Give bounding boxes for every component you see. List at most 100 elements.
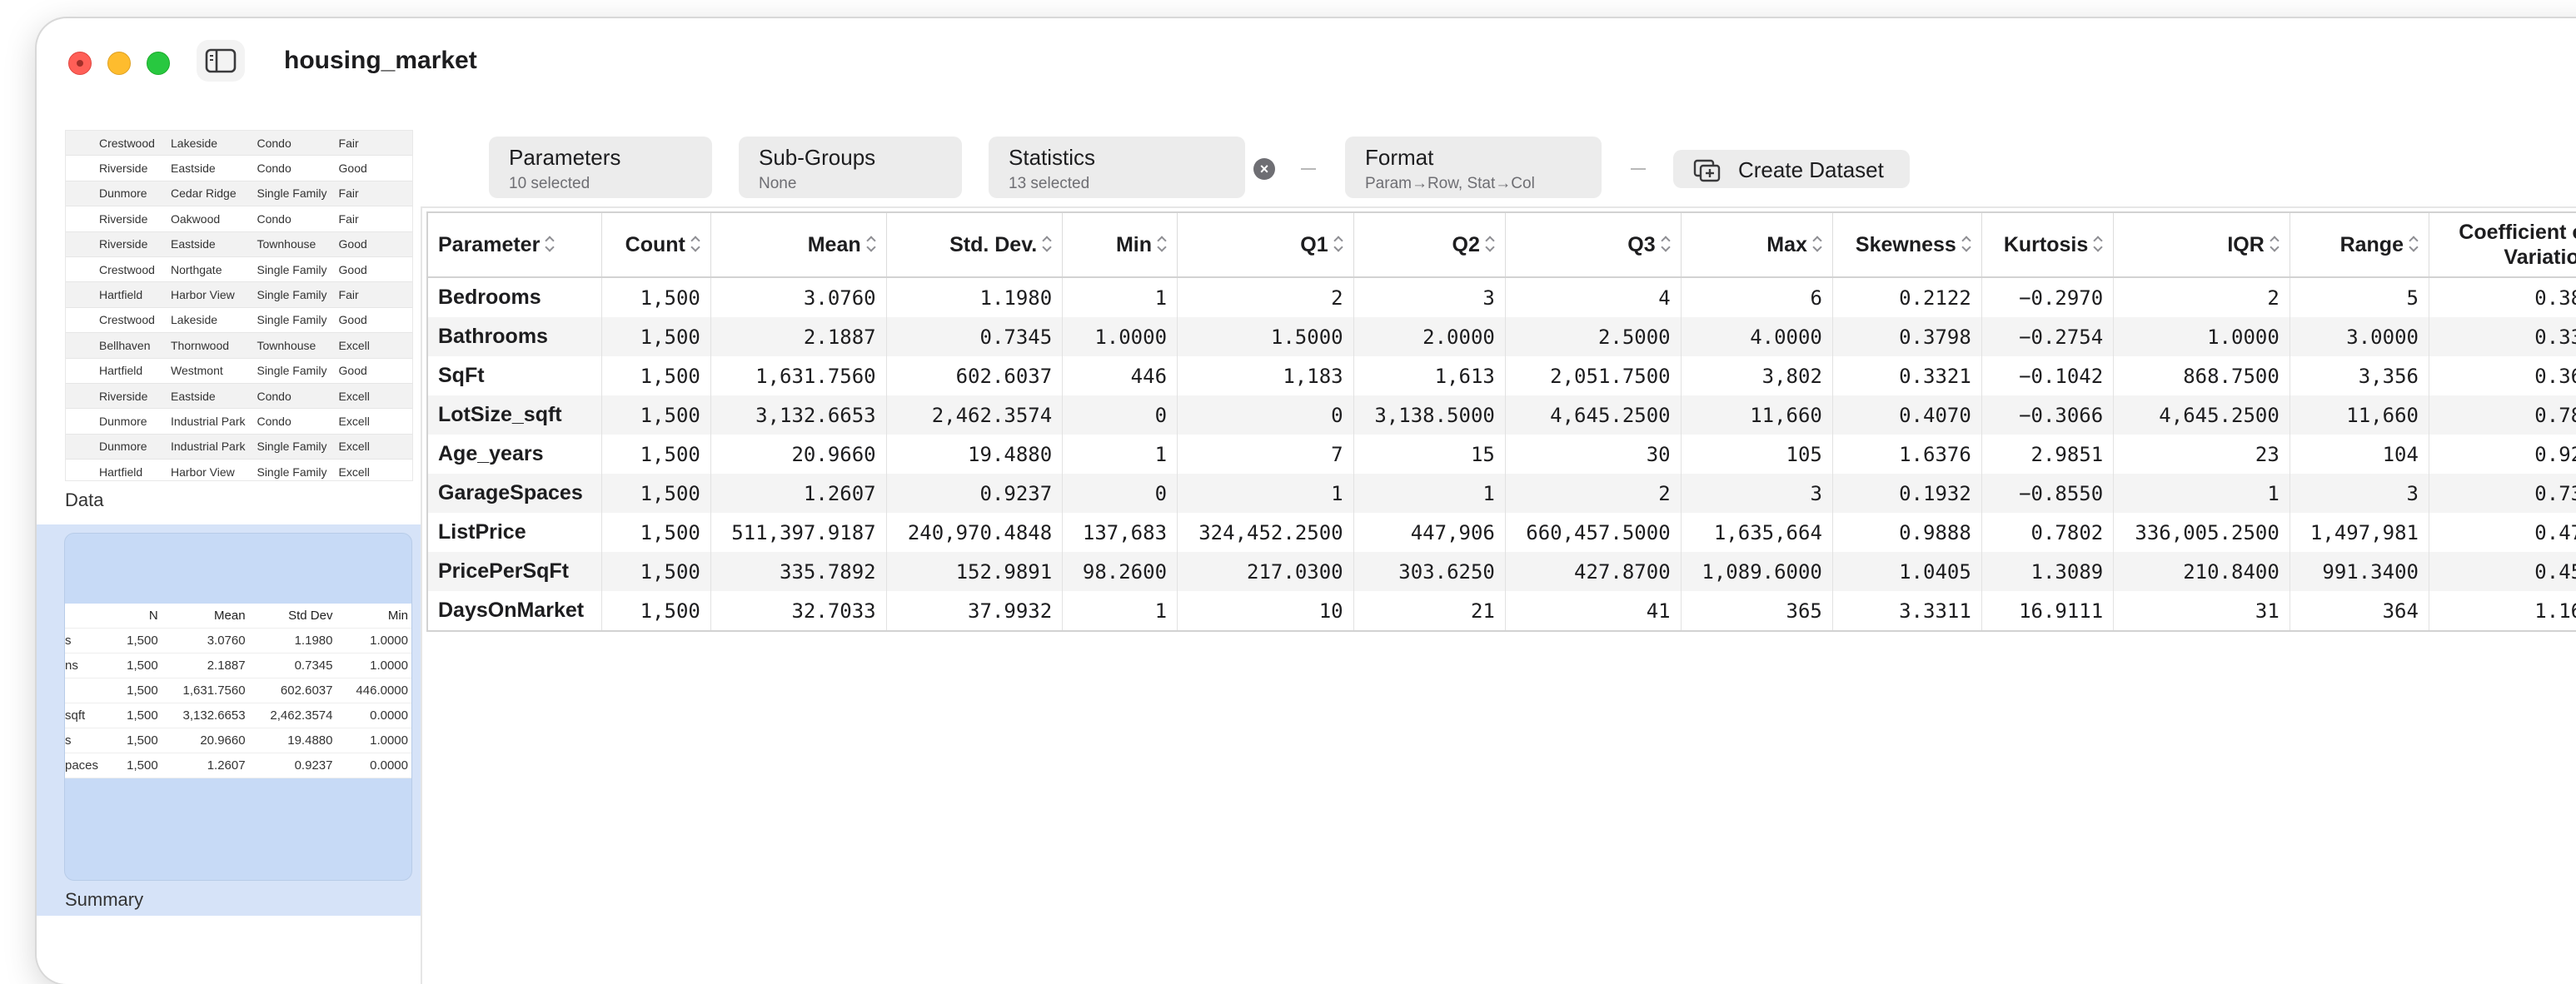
stat-value-cell: 427.8700 — [1505, 552, 1682, 591]
column-header-q3[interactable]: Q3 — [1505, 212, 1682, 278]
column-header-coefficient-of-variation[interactable]: Coefficient of Variation — [2429, 212, 2576, 278]
sort-icon[interactable] — [1333, 236, 1343, 254]
column-header-min[interactable]: Min — [1062, 212, 1178, 278]
summary-view-label[interactable]: Summary — [65, 889, 143, 911]
summary-thumbnail[interactable]: N Mean Std Dev Min s 1,500 3.0760 1.1980 1.0000 n… — [64, 533, 412, 881]
sort-icon[interactable] — [2409, 236, 2419, 254]
column-header-skewness[interactable]: Skewness — [1832, 212, 1982, 278]
stat-value-cell: 1 — [1177, 474, 1354, 513]
summary-view-item[interactable]: N Mean Std Dev Min s 1,500 3.0760 1.1980 1.0000 n… — [37, 524, 421, 916]
stat-value-cell: 2.9851 — [1981, 435, 2115, 474]
stat-value-cell: 210.8400 — [2113, 552, 2290, 591]
data-preview-cell: Good — [330, 231, 412, 257]
stat-value-cell: 3.3311 — [1832, 591, 1982, 631]
summary-preview-row: s 1,500 20.9660 19.4880 1.0000 — [65, 728, 411, 753]
table-row[interactable]: PricePerSqFt 1,500 335.7892 152.9891 98.2600… — [427, 552, 2576, 591]
sort-icon[interactable] — [1485, 236, 1495, 254]
data-preview-row: Crestwood Lakeside Condo Fair — [66, 131, 412, 157]
column-header-max[interactable]: Max — [1681, 212, 1833, 278]
summary-preview-cell: 0.7345 — [252, 653, 340, 678]
toolbar: Parameters 10 selected Sub-Groups None S… — [421, 110, 2576, 208]
stat-value-cell: 324,452.2500 — [1177, 513, 1354, 552]
minimize-window-button[interactable] — [107, 52, 131, 75]
data-preview-cell: Industrial Park — [162, 434, 249, 460]
table-row[interactable]: ListPrice 1,500 511,397.9187 240,970.4848 13… — [427, 513, 2576, 552]
table-row[interactable]: Bathrooms 1,500 2.1887 0.7345 1.0000 1.5000 2.… — [427, 317, 2576, 356]
clear-statistics-icon[interactable]: × — [1253, 158, 1275, 180]
table-row[interactable]: Bedrooms 1,500 3.0760 1.1980 1 2 3 4 6 0.2122 −0.2… — [427, 277, 2576, 317]
data-preview-cell: Condo — [248, 206, 331, 232]
sidebar-toggle-button[interactable] — [197, 40, 245, 82]
summary-preview-cell: ns — [65, 653, 113, 678]
sort-icon[interactable] — [1042, 236, 1052, 254]
data-preview-row: Dunmore Industrial Park Condo Excell — [66, 408, 412, 435]
sort-icon[interactable] — [545, 236, 555, 254]
stat-value-cell: 7 — [1177, 435, 1354, 474]
stat-value-cell: 3.0000 — [2290, 317, 2429, 356]
close-window-button[interactable] — [68, 52, 92, 75]
data-preview-cell: Eastside — [162, 155, 249, 181]
data-view-label[interactable]: Data — [65, 490, 103, 511]
create-dataset-button[interactable]: Create Dataset — [1673, 150, 1910, 188]
column-header-iqr[interactable]: IQR — [2113, 212, 2290, 278]
stat-value-cell: 0.9237 — [886, 474, 1064, 513]
data-preview-cell: Crestwood — [66, 131, 162, 157]
column-header-q1[interactable]: Q1 — [1177, 212, 1354, 278]
sidebar-icon — [205, 48, 237, 73]
stat-value-cell: 0.9295 — [2429, 435, 2576, 474]
statistics-selector[interactable]: Statistics 13 selected — [989, 137, 1245, 198]
sort-icon[interactable] — [866, 236, 876, 254]
stat-value-cell: 3 — [1353, 277, 1506, 317]
sort-icon[interactable] — [1157, 236, 1167, 254]
data-preview-cell: Lakeside — [162, 307, 249, 334]
column-header-label: Q1 — [1300, 233, 1328, 257]
stat-value-cell: 1 — [1062, 591, 1178, 631]
table-row[interactable]: LotSize_sqft 1,500 3,132.6653 2,462.3574 0 0 3… — [427, 395, 2576, 435]
stat-value-cell: 446 — [1062, 356, 1178, 395]
data-preview-table: Crestwood Lakeside Condo Fair Riverside Easts… — [66, 131, 412, 480]
data-preview-cell: Crestwood — [66, 307, 162, 334]
stat-value-cell: 16.9111 — [1981, 591, 2115, 631]
summary-preview-row: ns 1,500 2.1887 0.7345 1.0000 — [65, 653, 411, 678]
stat-value-cell: 152.9891 — [886, 552, 1064, 591]
sort-icon[interactable] — [2270, 236, 2280, 254]
data-preview-cell: Harbor View — [162, 459, 249, 480]
column-header-mean[interactable]: Mean — [710, 212, 887, 278]
column-header-parameter[interactable]: Parameter — [427, 212, 603, 278]
summary-preview-table: N Mean Std Dev Min s 1,500 3.0760 1.1980 1.0000 n… — [65, 604, 411, 778]
table-row[interactable]: GarageSpaces 1,500 1.2607 0.9237 0 1 1 2 3 0.1932… — [427, 474, 2576, 513]
column-header-label: Q3 — [1627, 233, 1656, 257]
data-preview-cell: Condo — [248, 408, 331, 435]
summary-preview-cell: s — [65, 728, 113, 753]
summary-preview-cell: s — [65, 628, 113, 654]
stat-value-cell: 32.7033 — [710, 591, 887, 631]
column-header-kurtosis[interactable]: Kurtosis — [1981, 212, 2115, 278]
table-row[interactable]: Age_years 1,500 20.9660 19.4880 1 7 15 30 105 1.6… — [427, 435, 2576, 474]
data-preview-cell: Harbor View — [162, 281, 249, 308]
table-row[interactable]: DaysOnMarket 1,500 32.7033 37.9932 1 10 21 41 36… — [427, 591, 2576, 631]
stat-value-cell: 0.7860 — [2429, 395, 2576, 435]
summary-preview-cell: 1.2607 — [164, 753, 252, 778]
column-header-std-dev[interactable]: Std. Dev. — [886, 212, 1064, 278]
sort-icon[interactable] — [1812, 236, 1822, 254]
zoom-window-button[interactable] — [147, 52, 170, 75]
stat-value-cell: 1,500 — [601, 552, 711, 591]
column-header-q2[interactable]: Q2 — [1353, 212, 1506, 278]
stat-value-cell: 0.3321 — [1832, 356, 1982, 395]
column-header-count[interactable]: Count — [601, 212, 711, 278]
subgroups-selector[interactable]: Sub-Groups None — [739, 137, 962, 198]
table-row[interactable]: SqFt 1,500 1,631.7560 602.6037 446 1,183 1,613… — [427, 356, 2576, 395]
parameters-selector[interactable]: Parameters 10 selected — [489, 137, 712, 198]
column-header-range[interactable]: Range — [2290, 212, 2429, 278]
data-thumbnail[interactable]: Crestwood Lakeside Condo Fair Riverside Easts… — [65, 130, 413, 481]
data-preview-cell: Townhouse — [248, 332, 331, 359]
summary-preview-row: paces 1,500 1.2607 0.9237 0.0000 — [65, 753, 411, 778]
sort-icon[interactable] — [690, 236, 700, 254]
format-selector[interactable]: Format Param→Row, Stat→Col — [1345, 137, 1602, 198]
stat-value-cell: 0.7345 — [886, 317, 1064, 356]
sort-icon[interactable] — [2093, 236, 2103, 254]
column-header-label: Count — [625, 233, 685, 257]
sort-icon[interactable] — [1661, 236, 1671, 254]
sort-icon[interactable] — [1961, 236, 1971, 254]
stat-value-cell: 2 — [1177, 277, 1354, 317]
